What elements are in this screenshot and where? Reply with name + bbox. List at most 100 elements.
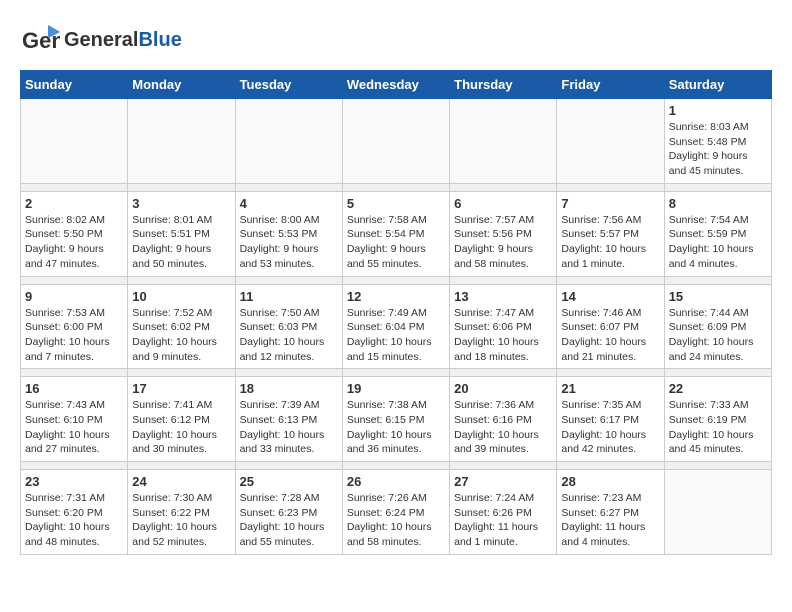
calendar-cell: 5 Sunrise: 7:58 AM Sunset: 5:54 PM Daylig… bbox=[342, 191, 449, 276]
day-number: 28 bbox=[561, 474, 659, 489]
calendar-cell: 2 Sunrise: 8:02 AM Sunset: 5:50 PM Daylig… bbox=[21, 191, 128, 276]
day-number: 14 bbox=[561, 289, 659, 304]
calendar-cell: 17 Sunrise: 7:41 AM Sunset: 6:12 PM Dayli… bbox=[128, 377, 235, 462]
week-separator bbox=[21, 183, 772, 191]
day-number: 5 bbox=[347, 196, 445, 211]
weekday-header-wednesday: Wednesday bbox=[342, 71, 449, 99]
weekday-header-friday: Friday bbox=[557, 71, 664, 99]
calendar-cell: 7 Sunrise: 7:56 AM Sunset: 5:57 PM Daylig… bbox=[557, 191, 664, 276]
week-separator bbox=[21, 276, 772, 284]
calendar-cell: 12 Sunrise: 7:49 AM Sunset: 6:04 PM Dayli… bbox=[342, 284, 449, 369]
day-number: 21 bbox=[561, 381, 659, 396]
day-info: Sunrise: 7:36 AM Sunset: 6:16 PM Dayligh… bbox=[454, 398, 552, 457]
logo-icon: Gen bbox=[20, 20, 60, 60]
day-number: 8 bbox=[669, 196, 767, 211]
day-info: Sunrise: 7:33 AM Sunset: 6:19 PM Dayligh… bbox=[669, 398, 767, 457]
calendar-cell: 23 Sunrise: 7:31 AM Sunset: 6:20 PM Dayli… bbox=[21, 470, 128, 555]
calendar-week-row: 1Sunrise: 8:03 AM Sunset: 5:48 PM Daylig… bbox=[21, 99, 772, 184]
day-number: 19 bbox=[347, 381, 445, 396]
calendar-cell: 27Sunrise: 7:24 AM Sunset: 6:26 PM Dayli… bbox=[450, 470, 557, 555]
calendar-cell bbox=[557, 99, 664, 184]
calendar-cell bbox=[128, 99, 235, 184]
calendar-week-row: 2 Sunrise: 8:02 AM Sunset: 5:50 PM Daylig… bbox=[21, 191, 772, 276]
calendar-cell: 21 Sunrise: 7:35 AM Sunset: 6:17 PM Dayli… bbox=[557, 377, 664, 462]
calendar-cell bbox=[21, 99, 128, 184]
day-info: Sunrise: 7:31 AM Sunset: 6:20 PM Dayligh… bbox=[25, 491, 123, 550]
day-info: Sunrise: 7:46 AM Sunset: 6:07 PM Dayligh… bbox=[561, 306, 659, 365]
day-number: 26 bbox=[347, 474, 445, 489]
day-info: Sunrise: 7:24 AM Sunset: 6:26 PM Dayligh… bbox=[454, 491, 552, 550]
calendar-cell: 8 Sunrise: 7:54 AM Sunset: 5:59 PM Daylig… bbox=[664, 191, 771, 276]
day-info: Sunrise: 7:30 AM Sunset: 6:22 PM Dayligh… bbox=[132, 491, 230, 550]
weekday-header-row: SundayMondayTuesdayWednesdayThursdayFrid… bbox=[21, 71, 772, 99]
calendar-cell: 18Sunrise: 7:39 AM Sunset: 6:13 PM Dayli… bbox=[235, 377, 342, 462]
day-info: Sunrise: 7:35 AM Sunset: 6:17 PM Dayligh… bbox=[561, 398, 659, 457]
calendar-table: SundayMondayTuesdayWednesdayThursdayFrid… bbox=[20, 70, 772, 555]
day-number: 16 bbox=[25, 381, 123, 396]
day-info: Sunrise: 7:49 AM Sunset: 6:04 PM Dayligh… bbox=[347, 306, 445, 365]
calendar-cell: 19 Sunrise: 7:38 AM Sunset: 6:15 PM Dayli… bbox=[342, 377, 449, 462]
calendar-cell: 3 Sunrise: 8:01 AM Sunset: 5:51 PM Daylig… bbox=[128, 191, 235, 276]
day-number: 9 bbox=[25, 289, 123, 304]
calendar-cell: 4Sunrise: 8:00 AM Sunset: 5:53 PM Daylig… bbox=[235, 191, 342, 276]
logo-general-text: General bbox=[64, 29, 138, 51]
day-info: Sunrise: 7:28 AM Sunset: 6:23 PM Dayligh… bbox=[240, 491, 338, 550]
day-info: Sunrise: 7:43 AM Sunset: 6:10 PM Dayligh… bbox=[25, 398, 123, 457]
day-info: Sunrise: 7:44 AM Sunset: 6:09 PM Dayligh… bbox=[669, 306, 767, 365]
calendar-cell: 16 Sunrise: 7:43 AM Sunset: 6:10 PM Dayli… bbox=[21, 377, 128, 462]
day-info: Sunrise: 7:26 AM Sunset: 6:24 PM Dayligh… bbox=[347, 491, 445, 550]
logo: Gen GeneralBlue bbox=[20, 20, 182, 60]
day-info: Sunrise: 7:58 AM Sunset: 5:54 PM Dayligh… bbox=[347, 213, 445, 272]
day-number: 17 bbox=[132, 381, 230, 396]
day-info: Sunrise: 8:02 AM Sunset: 5:50 PM Dayligh… bbox=[25, 213, 123, 272]
weekday-header-thursday: Thursday bbox=[450, 71, 557, 99]
calendar-cell: 9 Sunrise: 7:53 AM Sunset: 6:00 PM Daylig… bbox=[21, 284, 128, 369]
week-separator bbox=[21, 462, 772, 470]
day-number: 11 bbox=[240, 289, 338, 304]
calendar-cell bbox=[664, 470, 771, 555]
day-number: 3 bbox=[132, 196, 230, 211]
day-info: Sunrise: 7:56 AM Sunset: 5:57 PM Dayligh… bbox=[561, 213, 659, 272]
calendar-cell: 20Sunrise: 7:36 AM Sunset: 6:16 PM Dayli… bbox=[450, 377, 557, 462]
calendar-cell: 28 Sunrise: 7:23 AM Sunset: 6:27 PM Dayli… bbox=[557, 470, 664, 555]
day-number: 10 bbox=[132, 289, 230, 304]
day-info: Sunrise: 7:41 AM Sunset: 6:12 PM Dayligh… bbox=[132, 398, 230, 457]
day-info: Sunrise: 7:54 AM Sunset: 5:59 PM Dayligh… bbox=[669, 213, 767, 272]
weekday-header-tuesday: Tuesday bbox=[235, 71, 342, 99]
day-number: 7 bbox=[561, 196, 659, 211]
calendar-cell: 13 Sunrise: 7:47 AM Sunset: 6:06 PM Dayli… bbox=[450, 284, 557, 369]
day-info: Sunrise: 7:38 AM Sunset: 6:15 PM Dayligh… bbox=[347, 398, 445, 457]
day-info: Sunrise: 7:52 AM Sunset: 6:02 PM Dayligh… bbox=[132, 306, 230, 365]
day-number: 13 bbox=[454, 289, 552, 304]
calendar-week-row: 9 Sunrise: 7:53 AM Sunset: 6:00 PM Daylig… bbox=[21, 284, 772, 369]
day-info: Sunrise: 7:47 AM Sunset: 6:06 PM Dayligh… bbox=[454, 306, 552, 365]
day-info: Sunrise: 7:23 AM Sunset: 6:27 PM Dayligh… bbox=[561, 491, 659, 550]
calendar-cell: 24Sunrise: 7:30 AM Sunset: 6:22 PM Dayli… bbox=[128, 470, 235, 555]
day-number: 2 bbox=[25, 196, 123, 211]
calendar-cell: 14 Sunrise: 7:46 AM Sunset: 6:07 PM Dayli… bbox=[557, 284, 664, 369]
day-number: 12 bbox=[347, 289, 445, 304]
day-number: 22 bbox=[669, 381, 767, 396]
calendar-cell bbox=[450, 99, 557, 184]
day-info: Sunrise: 7:57 AM Sunset: 5:56 PM Dayligh… bbox=[454, 213, 552, 272]
day-info: Sunrise: 8:03 AM Sunset: 5:48 PM Dayligh… bbox=[669, 120, 767, 179]
calendar-week-row: 23 Sunrise: 7:31 AM Sunset: 6:20 PM Dayli… bbox=[21, 470, 772, 555]
calendar-cell: 25Sunrise: 7:28 AM Sunset: 6:23 PM Dayli… bbox=[235, 470, 342, 555]
calendar-cell: 10 Sunrise: 7:52 AM Sunset: 6:02 PM Dayli… bbox=[128, 284, 235, 369]
day-number: 23 bbox=[25, 474, 123, 489]
day-info: Sunrise: 8:00 AM Sunset: 5:53 PM Dayligh… bbox=[240, 213, 338, 272]
day-info: Sunrise: 7:50 AM Sunset: 6:03 PM Dayligh… bbox=[240, 306, 338, 365]
day-info: Sunrise: 8:01 AM Sunset: 5:51 PM Dayligh… bbox=[132, 213, 230, 272]
calendar-cell: 1Sunrise: 8:03 AM Sunset: 5:48 PM Daylig… bbox=[664, 99, 771, 184]
calendar-cell bbox=[342, 99, 449, 184]
calendar-cell: 11 Sunrise: 7:50 AM Sunset: 6:03 PM Dayli… bbox=[235, 284, 342, 369]
weekday-header-sunday: Sunday bbox=[21, 71, 128, 99]
calendar-cell: 22 Sunrise: 7:33 AM Sunset: 6:19 PM Dayli… bbox=[664, 377, 771, 462]
page-header: Gen GeneralBlue bbox=[20, 20, 772, 60]
weekday-header-saturday: Saturday bbox=[664, 71, 771, 99]
calendar-cell: 6Sunrise: 7:57 AM Sunset: 5:56 PM Daylig… bbox=[450, 191, 557, 276]
calendar-cell: 15Sunrise: 7:44 AM Sunset: 6:09 PM Dayli… bbox=[664, 284, 771, 369]
calendar-cell bbox=[235, 99, 342, 184]
day-info: Sunrise: 7:53 AM Sunset: 6:00 PM Dayligh… bbox=[25, 306, 123, 365]
week-separator bbox=[21, 369, 772, 377]
